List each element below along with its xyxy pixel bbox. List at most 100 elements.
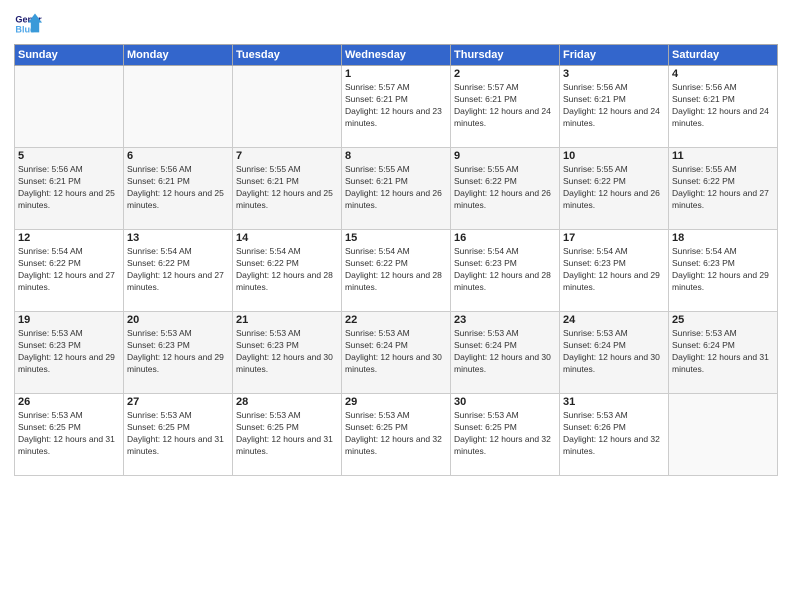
- calendar-cell: [669, 394, 778, 476]
- day-info: Sunrise: 5:54 AMSunset: 6:22 PMDaylight:…: [18, 246, 120, 294]
- day-info: Sunrise: 5:57 AMSunset: 6:21 PMDaylight:…: [345, 82, 447, 130]
- calendar-cell: 23 Sunrise: 5:53 AMSunset: 6:24 PMDayligh…: [451, 312, 560, 394]
- calendar-cell: 7Sunrise: 5:55 AMSunset: 6:21 PMDaylight…: [233, 148, 342, 230]
- calendar-cell: 11 Sunrise: 5:55 AMSunset: 6:22 PMDayligh…: [669, 148, 778, 230]
- calendar-cell: 3 Sunrise: 5:56 AMSunset: 6:21 PMDaylight…: [560, 66, 669, 148]
- calendar-day-header: Monday: [124, 45, 233, 66]
- day-number: 26: [18, 396, 120, 408]
- day-info: Sunrise: 5:54 AMSunset: 6:23 PMDaylight:…: [563, 246, 665, 294]
- day-number: 9: [454, 150, 556, 162]
- calendar-day-header: Sunday: [15, 45, 124, 66]
- calendar-cell: 15Sunrise: 5:54 AMSunset: 6:22 PMDayligh…: [342, 230, 451, 312]
- calendar-day-header: Saturday: [669, 45, 778, 66]
- day-number: 20: [127, 314, 229, 326]
- day-number: 5: [18, 150, 120, 162]
- calendar-cell: 16 Sunrise: 5:54 AMSunset: 6:23 PMDayligh…: [451, 230, 560, 312]
- calendar-cell: 17 Sunrise: 5:54 AMSunset: 6:23 PMDayligh…: [560, 230, 669, 312]
- day-info: Sunrise: 5:53 AMSunset: 6:24 PMDaylight:…: [672, 328, 774, 376]
- day-info: Sunrise: 5:53 AMSunset: 6:25 PMDaylight:…: [18, 410, 120, 458]
- calendar-week-row: 5 Sunrise: 5:56 AMSunset: 6:21 PMDaylight…: [15, 148, 778, 230]
- calendar-cell: 5 Sunrise: 5:56 AMSunset: 6:21 PMDaylight…: [15, 148, 124, 230]
- day-info: Sunrise: 5:53 AMSunset: 6:25 PMDaylight:…: [345, 410, 447, 458]
- logo-icon: General Blue: [14, 10, 42, 38]
- day-number: 4: [672, 68, 774, 80]
- calendar: SundayMondayTuesdayWednesdayThursdayFrid…: [14, 44, 778, 476]
- day-number: 21: [236, 314, 338, 326]
- day-number: 6: [127, 150, 229, 162]
- page: General Blue SundayMondayTuesdayWednesda…: [0, 0, 792, 612]
- day-info: Sunrise: 5:56 AMSunset: 6:21 PMDaylight:…: [563, 82, 665, 130]
- day-number: 11: [672, 150, 774, 162]
- day-number: 30: [454, 396, 556, 408]
- calendar-day-header: Wednesday: [342, 45, 451, 66]
- day-info: Sunrise: 5:53 AMSunset: 6:25 PMDaylight:…: [127, 410, 229, 458]
- day-info: Sunrise: 5:54 AMSunset: 6:23 PMDaylight:…: [454, 246, 556, 294]
- day-info: Sunrise: 5:53 AMSunset: 6:26 PMDaylight:…: [563, 410, 665, 458]
- calendar-cell: 2 Sunrise: 5:57 AMSunset: 6:21 PMDaylight…: [451, 66, 560, 148]
- day-number: 2: [454, 68, 556, 80]
- day-info: Sunrise: 5:53 AMSunset: 6:24 PMDaylight:…: [563, 328, 665, 376]
- calendar-cell: 19 Sunrise: 5:53 AMSunset: 6:23 PMDayligh…: [15, 312, 124, 394]
- day-number: 19: [18, 314, 120, 326]
- day-number: 13: [127, 232, 229, 244]
- calendar-cell: 27 Sunrise: 5:53 AMSunset: 6:25 PMDayligh…: [124, 394, 233, 476]
- calendar-cell: [15, 66, 124, 148]
- day-number: 10: [563, 150, 665, 162]
- calendar-cell: 29 Sunrise: 5:53 AMSunset: 6:25 PMDayligh…: [342, 394, 451, 476]
- day-number: 27: [127, 396, 229, 408]
- calendar-cell: 4Sunrise: 5:56 AMSunset: 6:21 PMDaylight…: [669, 66, 778, 148]
- calendar-cell: 6 Sunrise: 5:56 AMSunset: 6:21 PMDaylight…: [124, 148, 233, 230]
- calendar-cell: 30 Sunrise: 5:53 AMSunset: 6:25 PMDayligh…: [451, 394, 560, 476]
- logo: General Blue: [14, 10, 44, 38]
- calendar-week-row: 19 Sunrise: 5:53 AMSunset: 6:23 PMDayligh…: [15, 312, 778, 394]
- calendar-cell: 25 Sunrise: 5:53 AMSunset: 6:24 PMDayligh…: [669, 312, 778, 394]
- calendar-cell: 26 Sunrise: 5:53 AMSunset: 6:25 PMDayligh…: [15, 394, 124, 476]
- day-info: Sunrise: 5:57 AMSunset: 6:21 PMDaylight:…: [454, 82, 556, 130]
- calendar-cell: 8 Sunrise: 5:55 AMSunset: 6:21 PMDaylight…: [342, 148, 451, 230]
- day-number: 8: [345, 150, 447, 162]
- calendar-cell: 12 Sunrise: 5:54 AMSunset: 6:22 PMDayligh…: [15, 230, 124, 312]
- day-info: Sunrise: 5:55 AMSunset: 6:21 PMDaylight:…: [236, 164, 338, 212]
- day-info: Sunrise: 5:53 AMSunset: 6:23 PMDaylight:…: [18, 328, 120, 376]
- day-info: Sunrise: 5:56 AMSunset: 6:21 PMDaylight:…: [18, 164, 120, 212]
- calendar-week-row: 26 Sunrise: 5:53 AMSunset: 6:25 PMDayligh…: [15, 394, 778, 476]
- day-number: 25: [672, 314, 774, 326]
- day-number: 16: [454, 232, 556, 244]
- day-number: 17: [563, 232, 665, 244]
- day-number: 23: [454, 314, 556, 326]
- day-info: Sunrise: 5:54 AMSunset: 6:22 PMDaylight:…: [127, 246, 229, 294]
- day-info: Sunrise: 5:55 AMSunset: 6:22 PMDaylight:…: [672, 164, 774, 212]
- calendar-cell: 28 Sunrise: 5:53 AMSunset: 6:25 PMDayligh…: [233, 394, 342, 476]
- calendar-day-header: Friday: [560, 45, 669, 66]
- day-info: Sunrise: 5:53 AMSunset: 6:24 PMDaylight:…: [345, 328, 447, 376]
- day-info: Sunrise: 5:53 AMSunset: 6:24 PMDaylight:…: [454, 328, 556, 376]
- day-info: Sunrise: 5:55 AMSunset: 6:22 PMDaylight:…: [454, 164, 556, 212]
- day-number: 18: [672, 232, 774, 244]
- day-number: 29: [345, 396, 447, 408]
- day-number: 31: [563, 396, 665, 408]
- calendar-cell: 10Sunrise: 5:55 AMSunset: 6:22 PMDayligh…: [560, 148, 669, 230]
- calendar-week-row: 12 Sunrise: 5:54 AMSunset: 6:22 PMDayligh…: [15, 230, 778, 312]
- day-info: Sunrise: 5:53 AMSunset: 6:25 PMDaylight:…: [454, 410, 556, 458]
- day-info: Sunrise: 5:54 AMSunset: 6:22 PMDaylight:…: [236, 246, 338, 294]
- day-number: 3: [563, 68, 665, 80]
- day-number: 22: [345, 314, 447, 326]
- day-info: Sunrise: 5:53 AMSunset: 6:23 PMDaylight:…: [127, 328, 229, 376]
- calendar-week-row: 1Sunrise: 5:57 AMSunset: 6:21 PMDaylight…: [15, 66, 778, 148]
- day-info: Sunrise: 5:56 AMSunset: 6:21 PMDaylight:…: [127, 164, 229, 212]
- calendar-header-row: SundayMondayTuesdayWednesdayThursdayFrid…: [15, 45, 778, 66]
- calendar-cell: 9 Sunrise: 5:55 AMSunset: 6:22 PMDaylight…: [451, 148, 560, 230]
- day-info: Sunrise: 5:53 AMSunset: 6:25 PMDaylight:…: [236, 410, 338, 458]
- calendar-cell: 22 Sunrise: 5:53 AMSunset: 6:24 PMDayligh…: [342, 312, 451, 394]
- calendar-cell: 1Sunrise: 5:57 AMSunset: 6:21 PMDaylight…: [342, 66, 451, 148]
- header: General Blue: [14, 10, 778, 38]
- calendar-cell: [124, 66, 233, 148]
- day-number: 15: [345, 232, 447, 244]
- calendar-cell: 21Sunrise: 5:53 AMSunset: 6:23 PMDayligh…: [233, 312, 342, 394]
- day-info: Sunrise: 5:55 AMSunset: 6:21 PMDaylight:…: [345, 164, 447, 212]
- day-number: 28: [236, 396, 338, 408]
- day-number: 12: [18, 232, 120, 244]
- calendar-day-header: Thursday: [451, 45, 560, 66]
- day-number: 14: [236, 232, 338, 244]
- day-number: 24: [563, 314, 665, 326]
